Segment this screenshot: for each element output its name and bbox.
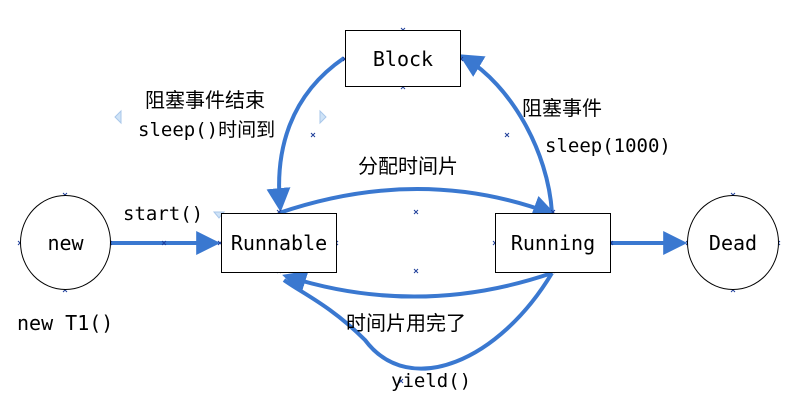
label-sleep-call: sleep(1000) <box>545 135 671 157</box>
node-dead[interactable]: Dead <box>687 195 779 290</box>
node-block[interactable]: Block <box>345 30 461 87</box>
node-runnable[interactable]: Runnable <box>221 213 337 273</box>
edge-running-to-block <box>458 54 554 214</box>
label-yield: yield() <box>391 370 472 392</box>
label-time-slice-used-up: 时间片用完了 <box>346 311 466 335</box>
label-start: start() <box>123 203 204 225</box>
label-new-object: new T1() <box>17 311 114 335</box>
label-block-event-end: 阻塞事件结束 <box>145 88 265 112</box>
label-sleep-timeout: sleep()时间到 <box>138 119 276 141</box>
node-running[interactable]: Running <box>495 213 611 273</box>
node-running-label: Running <box>510 231 596 255</box>
node-new-label: new <box>47 230 84 255</box>
label-block-event: 阻塞事件 <box>522 96 602 120</box>
thread-state-diagram: new Runnable Running Block Dead new T1()… <box>0 0 792 419</box>
edge-runnable-to-running <box>278 187 557 219</box>
node-block-label: Block <box>372 46 434 71</box>
node-dead-label: Dead <box>708 230 758 255</box>
label-time-slice-assigned: 分配时间片 <box>358 154 458 178</box>
node-runnable-label: Runnable <box>230 231 328 255</box>
node-new[interactable]: new <box>20 195 111 290</box>
edge-block-to-runnable <box>266 56 346 213</box>
edge-running-to-runnable <box>282 270 553 299</box>
